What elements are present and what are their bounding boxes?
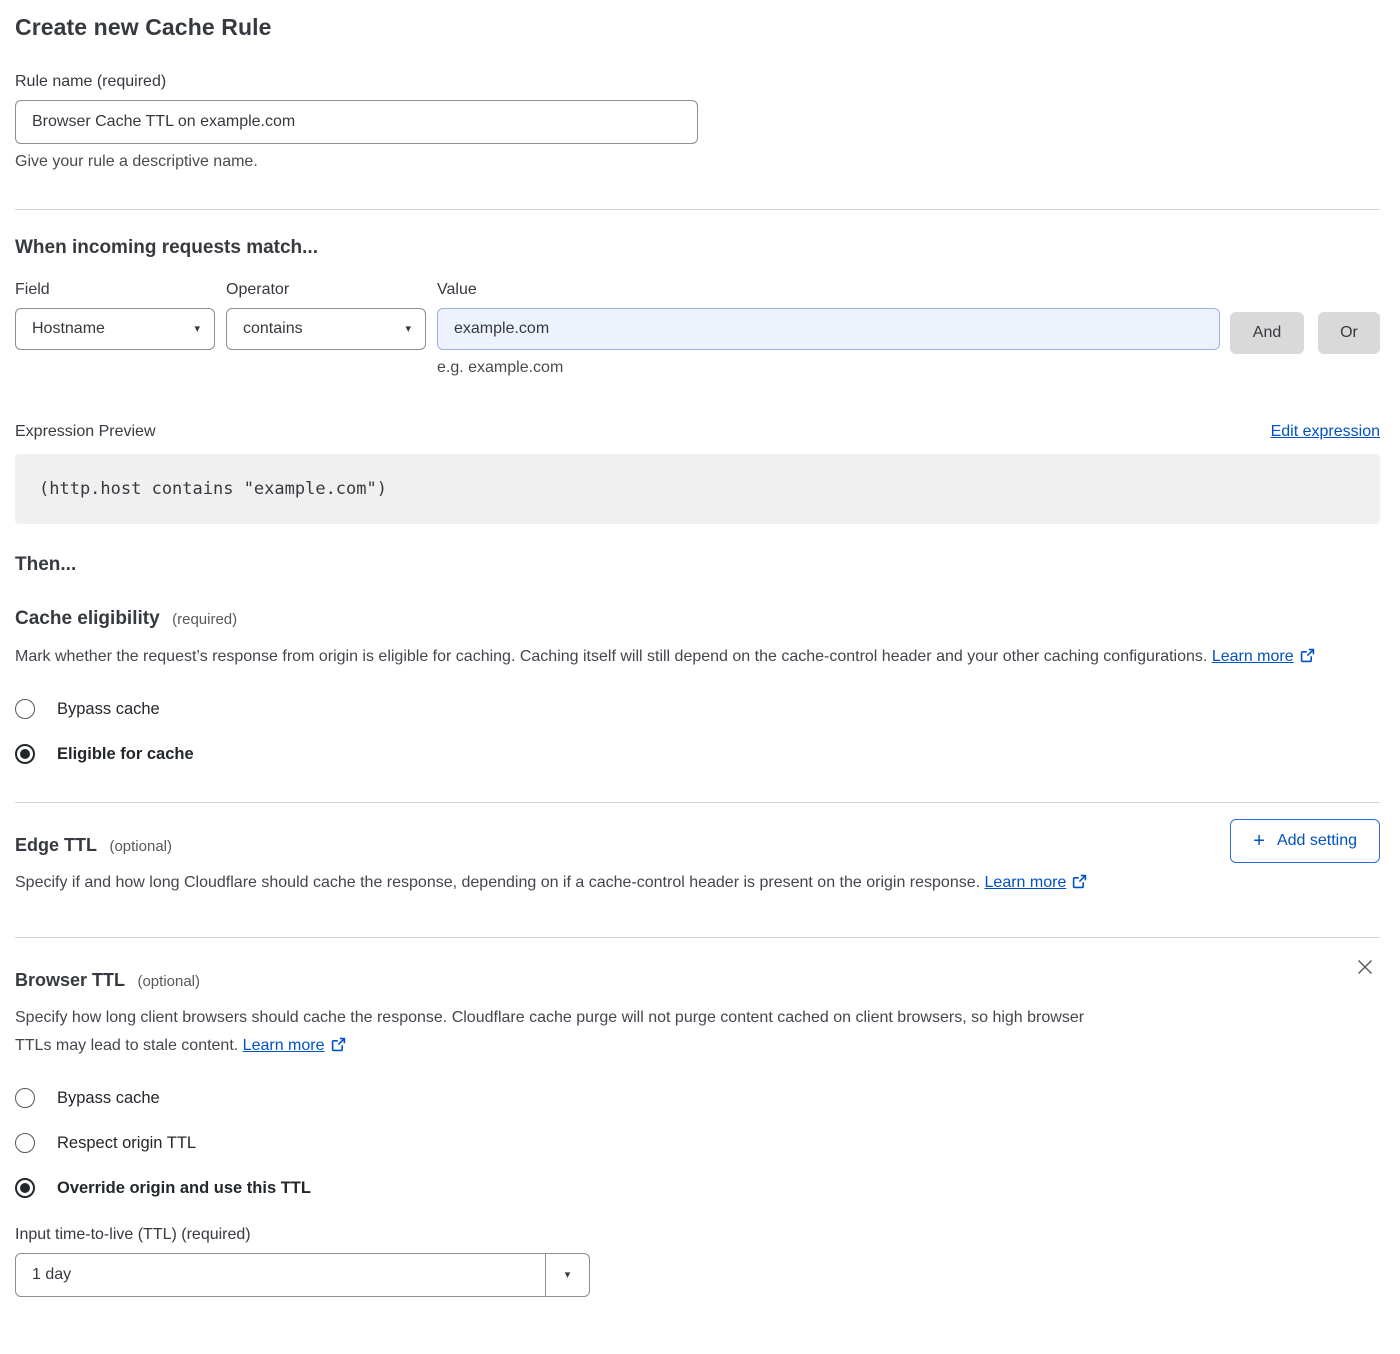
radio-icon bbox=[15, 699, 35, 719]
chevron-down-icon: ▾ bbox=[405, 324, 411, 335]
rule-name-help: Give your rule a descriptive name. bbox=[15, 153, 1380, 171]
chevron-down-icon: ▾ bbox=[545, 1254, 589, 1296]
field-select-value: Hostname bbox=[32, 320, 105, 338]
edit-expression-link[interactable]: Edit expression bbox=[1271, 423, 1380, 441]
radio-label: Override origin and use this TTL bbox=[57, 1179, 311, 1198]
browser-ttl-description: Specify how long client browsers should … bbox=[15, 1004, 1110, 1062]
browser-ttl-heading-row: Browser TTL (optional) bbox=[15, 970, 1350, 991]
field-select[interactable]: Hostname ▾ bbox=[15, 308, 215, 350]
expression-preview-row: Expression Preview Edit expression bbox=[15, 423, 1380, 441]
operator-select-value: contains bbox=[243, 320, 303, 338]
expression-code: (http.host contains "example.com") bbox=[15, 454, 1380, 524]
ttl-input-label: Input time-to-live (TTL) (required) bbox=[15, 1226, 1380, 1244]
ttl-select[interactable]: 1 day ▾ bbox=[15, 1253, 590, 1297]
ttl-select-value: 1 day bbox=[16, 1254, 545, 1296]
expression-preview-label: Expression Preview bbox=[15, 423, 156, 441]
edge-ttl-description-text: Specify if and how long Cloudflare shoul… bbox=[15, 874, 980, 891]
close-icon bbox=[1354, 966, 1376, 981]
or-button[interactable]: Or bbox=[1318, 312, 1380, 354]
field-label: Field bbox=[15, 281, 215, 299]
rule-name-input[interactable] bbox=[15, 100, 698, 144]
browser-ttl-options: Bypass cache Respect origin TTL Override… bbox=[15, 1088, 1380, 1198]
radio-eligible-for-cache[interactable]: Eligible for cache bbox=[15, 744, 1380, 764]
add-setting-label: Add setting bbox=[1277, 832, 1357, 850]
rule-name-section: Rule name (required) Give your rule a de… bbox=[15, 73, 1380, 171]
edge-ttl-section: Edge TTL (optional) Specify if and how l… bbox=[15, 803, 1380, 899]
edge-ttl-learn-more-link[interactable]: Learn more bbox=[985, 874, 1088, 891]
then-heading: Then... bbox=[15, 554, 1380, 576]
radio-icon bbox=[15, 1133, 35, 1153]
cache-eligibility-requirement: (required) bbox=[172, 611, 237, 628]
chevron-down-icon: ▾ bbox=[194, 324, 200, 335]
value-input[interactable] bbox=[437, 308, 1220, 350]
edge-ttl-requirement: (optional) bbox=[109, 838, 172, 855]
external-link-icon bbox=[331, 1034, 346, 1062]
radio-bypass-cache[interactable]: Bypass cache bbox=[15, 1088, 1380, 1108]
divider bbox=[15, 209, 1380, 210]
match-builder-row: Field Hostname ▾ Operator contains ▾ Val… bbox=[15, 281, 1380, 377]
value-label: Value bbox=[437, 281, 1220, 299]
radio-selected-icon bbox=[15, 744, 35, 764]
radio-label: Bypass cache bbox=[57, 700, 160, 719]
radio-label: Eligible for cache bbox=[57, 745, 194, 764]
add-setting-button[interactable]: + Add setting bbox=[1230, 819, 1380, 863]
learn-more-label: Learn more bbox=[985, 874, 1067, 891]
learn-more-label: Learn more bbox=[1212, 648, 1294, 665]
external-link-icon bbox=[1072, 871, 1087, 899]
value-help: e.g. example.com bbox=[437, 359, 1220, 377]
browser-ttl-section: Browser TTL (optional) Specify how long … bbox=[15, 938, 1380, 1062]
cache-eligibility-options: Bypass cache Eligible for cache bbox=[15, 699, 1380, 764]
operator-label: Operator bbox=[226, 281, 426, 299]
remove-browser-ttl-button[interactable] bbox=[1350, 952, 1380, 985]
radio-icon bbox=[15, 1088, 35, 1108]
browser-ttl-learn-more-link[interactable]: Learn more bbox=[243, 1037, 346, 1054]
external-link-icon bbox=[1300, 645, 1315, 673]
edge-ttl-heading-row: Edge TTL (optional) bbox=[15, 835, 1230, 856]
cache-eligibility-learn-more-link[interactable]: Learn more bbox=[1212, 648, 1315, 665]
radio-bypass-cache[interactable]: Bypass cache bbox=[15, 699, 1380, 719]
cache-eligibility-description: Mark whether the request’s response from… bbox=[15, 643, 1363, 673]
browser-ttl-requirement: (optional) bbox=[137, 973, 200, 990]
page-title: Create new Cache Rule bbox=[15, 14, 1380, 41]
cache-eligibility-description-text: Mark whether the request’s response from… bbox=[15, 648, 1207, 665]
learn-more-label: Learn more bbox=[243, 1037, 325, 1054]
cache-eligibility-heading-row: Cache eligibility (required) bbox=[15, 608, 1380, 630]
edge-ttl-description: Specify if and how long Cloudflare shoul… bbox=[15, 869, 1110, 899]
browser-ttl-description-text: Specify how long client browsers should … bbox=[15, 1009, 1084, 1054]
rule-name-label: Rule name (required) bbox=[15, 73, 1380, 91]
radio-label: Bypass cache bbox=[57, 1089, 160, 1108]
and-button[interactable]: And bbox=[1230, 312, 1304, 354]
radio-respect-origin-ttl[interactable]: Respect origin TTL bbox=[15, 1133, 1380, 1153]
operator-select[interactable]: contains ▾ bbox=[226, 308, 426, 350]
radio-override-origin-ttl[interactable]: Override origin and use this TTL bbox=[15, 1178, 1380, 1198]
radio-selected-icon bbox=[15, 1178, 35, 1198]
radio-label: Respect origin TTL bbox=[57, 1134, 196, 1153]
match-heading: When incoming requests match... bbox=[15, 237, 1380, 259]
edge-ttl-heading: Edge TTL bbox=[15, 835, 97, 855]
cache-eligibility-heading: Cache eligibility bbox=[15, 608, 160, 629]
plus-icon: + bbox=[1253, 831, 1265, 851]
browser-ttl-heading: Browser TTL bbox=[15, 970, 125, 990]
